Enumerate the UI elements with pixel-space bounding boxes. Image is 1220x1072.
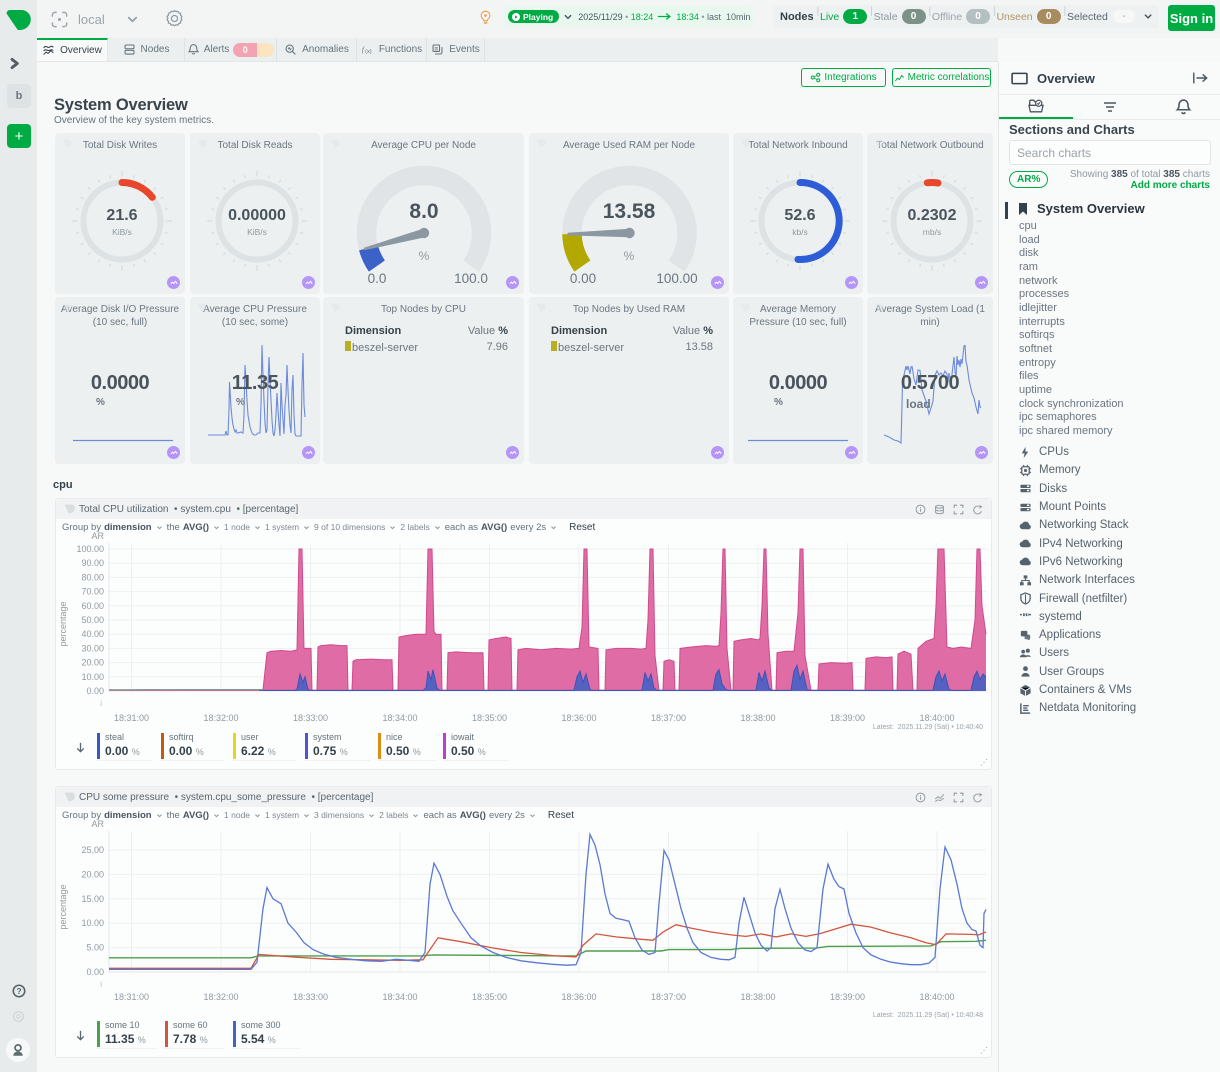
svg-text:i: i xyxy=(100,980,102,989)
svg-text:0.00: 0.00 xyxy=(86,967,104,977)
svg-text:52.6: 52.6 xyxy=(784,207,815,224)
svg-text:18:35:00: 18:35:00 xyxy=(472,713,507,723)
svg-text:kb/s: kb/s xyxy=(792,227,808,237)
svg-text:10.00: 10.00 xyxy=(81,918,104,928)
svg-text:18:35:00: 18:35:00 xyxy=(472,992,507,1002)
svg-text:i: i xyxy=(100,699,102,708)
svg-text:20.00: 20.00 xyxy=(81,658,104,668)
svg-text:18:36:00: 18:36:00 xyxy=(561,713,596,723)
svg-text:18:32:00: 18:32:00 xyxy=(203,992,238,1002)
svg-text:15.00: 15.00 xyxy=(81,894,104,904)
svg-text:18:40:00: 18:40:00 xyxy=(919,992,954,1002)
svg-text:8.0: 8.0 xyxy=(409,200,438,223)
svg-text:100.00: 100.00 xyxy=(76,544,104,554)
svg-text:100.0: 100.0 xyxy=(454,271,488,286)
svg-text:30.00: 30.00 xyxy=(81,643,104,653)
svg-text:0.00000: 0.00000 xyxy=(228,207,286,224)
svg-text:20.00: 20.00 xyxy=(81,869,104,879)
svg-text:10.00: 10.00 xyxy=(81,672,104,682)
svg-text:18:33:00: 18:33:00 xyxy=(293,713,328,723)
svg-text:?: ? xyxy=(16,986,21,996)
svg-text:mb/s: mb/s xyxy=(923,227,941,237)
svg-text:0.2302: 0.2302 xyxy=(908,207,957,224)
svg-text:percentage: percentage xyxy=(58,884,68,929)
svg-text:13.58: 13.58 xyxy=(603,200,656,223)
svg-text:0.00: 0.00 xyxy=(570,271,596,286)
svg-text:18:38:00: 18:38:00 xyxy=(740,713,775,723)
svg-text:18:31:00: 18:31:00 xyxy=(114,713,149,723)
svg-text:18:37:00: 18:37:00 xyxy=(651,992,686,1002)
svg-text:18:34:00: 18:34:00 xyxy=(382,992,417,1002)
svg-text:18:36:00: 18:36:00 xyxy=(561,992,596,1002)
svg-text:90.00: 90.00 xyxy=(81,558,104,568)
svg-text:0.00: 0.00 xyxy=(86,686,104,696)
svg-text:40.00: 40.00 xyxy=(81,629,104,639)
svg-text:percentage: percentage xyxy=(58,601,68,646)
svg-text:70.00: 70.00 xyxy=(81,587,104,597)
svg-text:25.00: 25.00 xyxy=(81,845,104,855)
svg-text:21.6: 21.6 xyxy=(106,207,137,224)
svg-text:18:33:00: 18:33:00 xyxy=(293,992,328,1002)
svg-text:100.00: 100.00 xyxy=(656,271,697,286)
svg-text:2: 2 xyxy=(1027,636,1030,642)
svg-text:KiB/s: KiB/s xyxy=(247,227,267,237)
svg-text:AR: AR xyxy=(91,531,104,541)
svg-text:%: % xyxy=(624,249,635,263)
svg-text:18:40:00: 18:40:00 xyxy=(919,713,954,723)
svg-text:18:39:00: 18:39:00 xyxy=(830,713,865,723)
svg-text:50.00: 50.00 xyxy=(81,615,104,625)
svg-text:%: % xyxy=(419,249,430,263)
svg-text:60.00: 60.00 xyxy=(81,601,104,611)
svg-text:KiB/s: KiB/s xyxy=(112,227,132,237)
svg-text:AR: AR xyxy=(91,819,104,829)
svg-text:18:38:00: 18:38:00 xyxy=(740,992,775,1002)
svg-text:18:31:00: 18:31:00 xyxy=(114,992,149,1002)
svg-text:80.00: 80.00 xyxy=(81,572,104,582)
svg-text:18:39:00: 18:39:00 xyxy=(830,992,865,1002)
svg-text:18:32:00: 18:32:00 xyxy=(203,713,238,723)
svg-text:18:37:00: 18:37:00 xyxy=(651,713,686,723)
svg-text:5.00: 5.00 xyxy=(86,943,104,953)
svg-text:(x): (x) xyxy=(365,49,372,55)
svg-text:18:34:00: 18:34:00 xyxy=(382,713,417,723)
svg-text:0.0: 0.0 xyxy=(368,271,387,286)
